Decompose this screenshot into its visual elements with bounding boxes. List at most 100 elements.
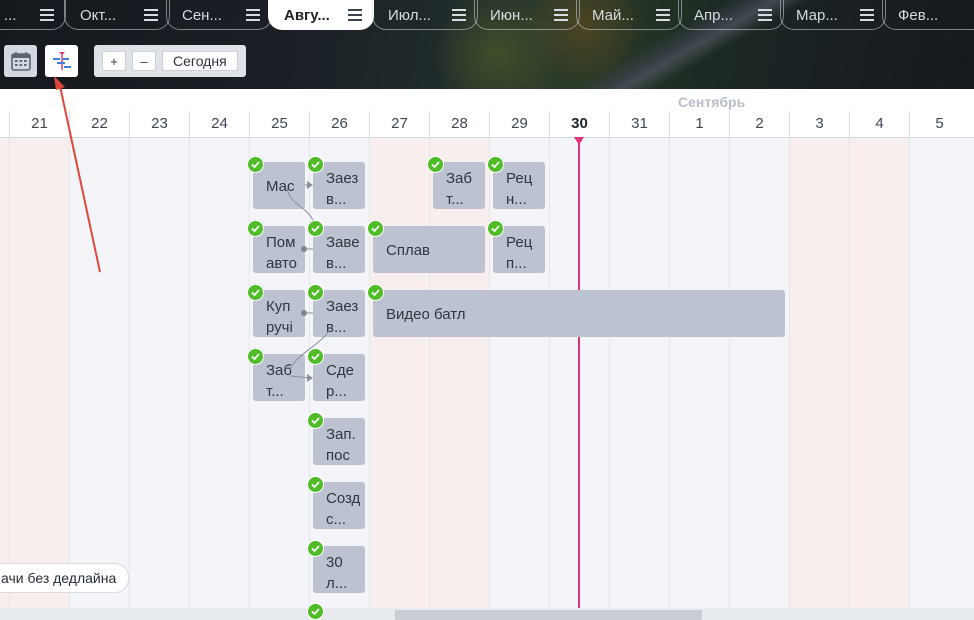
check-icon[interactable] xyxy=(307,156,324,173)
check-icon[interactable] xyxy=(247,348,264,365)
task-title: 30 xyxy=(326,554,343,571)
tab-label: Фев... xyxy=(898,6,939,24)
tab-label: Авгу... xyxy=(284,6,330,24)
task-title-line2: в... xyxy=(326,319,347,336)
tab-month-february[interactable]: Фев... xyxy=(882,0,974,30)
task-title: Пом xyxy=(266,234,296,251)
check-icon[interactable] xyxy=(247,156,264,173)
calendar-icon xyxy=(10,52,31,71)
day-label: 22 xyxy=(69,111,129,138)
task-title-line2: в... xyxy=(326,191,347,208)
day-label: 31 xyxy=(609,111,669,138)
tab-label: Окт... xyxy=(80,6,117,24)
check-icon[interactable] xyxy=(367,284,384,301)
task-card[interactable]: Видео батл xyxy=(373,290,785,337)
task-title: Видео батл xyxy=(386,306,466,323)
no-deadline-label: ачи без дедлайна xyxy=(1,570,117,586)
task-title-line2: т... xyxy=(266,383,284,400)
today-line xyxy=(578,138,580,608)
tab-month-june[interactable]: Июн... xyxy=(474,0,580,30)
check-icon[interactable] xyxy=(307,603,324,620)
grid-column xyxy=(189,138,249,608)
task-title-line2: с... xyxy=(326,511,347,528)
task-title: Мас xyxy=(266,178,295,195)
tab-label: Апр... xyxy=(694,6,733,24)
day-label: 2 xyxy=(729,111,789,138)
task-title: Рец xyxy=(506,170,533,187)
check-icon[interactable] xyxy=(307,476,324,493)
day-label-today: 30 xyxy=(549,111,609,138)
task-title: Заез xyxy=(326,298,359,315)
day-label: 25 xyxy=(249,111,309,138)
check-icon[interactable] xyxy=(427,156,444,173)
horizontal-scrollbar[interactable] xyxy=(0,608,974,620)
zoom-out-button[interactable]: – xyxy=(132,51,156,71)
grid-column xyxy=(849,138,909,608)
task-title-line2: ручі xyxy=(266,319,293,336)
tab-label: ... xyxy=(4,6,17,24)
timeline-grid xyxy=(0,138,974,608)
check-icon[interactable] xyxy=(247,220,264,237)
day-label: 24 xyxy=(189,111,249,138)
tab-label: Сен... xyxy=(182,6,222,24)
today-marker xyxy=(574,137,584,145)
check-icon[interactable] xyxy=(487,156,504,173)
menu-icon[interactable] xyxy=(860,9,874,21)
task-title-line2: п... xyxy=(506,255,527,272)
timeline-icon xyxy=(52,52,71,70)
task-title: Зап. xyxy=(326,426,356,443)
menu-icon[interactable] xyxy=(246,9,260,21)
check-icon[interactable] xyxy=(307,284,324,301)
month-tabs: ... Окт... Сен... Авгу... Июл... Июн... xyxy=(0,0,974,30)
check-icon[interactable] xyxy=(487,220,504,237)
task-title: Сплав xyxy=(386,242,431,259)
timeline-view-button[interactable] xyxy=(45,45,78,77)
day-label: 3 xyxy=(789,111,849,138)
menu-icon[interactable] xyxy=(656,9,670,21)
grid-column xyxy=(669,138,729,608)
grid-column xyxy=(129,138,189,608)
check-icon[interactable] xyxy=(367,220,384,237)
zoom-in-button[interactable]: + xyxy=(102,51,126,71)
day-label: 1 xyxy=(669,111,729,138)
day-label: 4 xyxy=(849,111,909,138)
no-deadline-tasks-button[interactable]: ачи без дедлайна xyxy=(0,563,129,593)
task-title-line2: л... xyxy=(326,575,348,592)
menu-icon[interactable] xyxy=(144,9,158,21)
check-icon[interactable] xyxy=(307,348,324,365)
check-icon[interactable] xyxy=(307,220,324,237)
tab-month-march[interactable]: Мар... xyxy=(780,0,886,30)
tab-month-may[interactable]: Май... xyxy=(576,0,682,30)
check-icon[interactable] xyxy=(247,284,264,301)
tab-month-july[interactable]: Июл... xyxy=(372,0,478,30)
check-icon[interactable] xyxy=(307,540,324,557)
tab-month-august[interactable]: Авгу... xyxy=(268,0,374,30)
menu-icon[interactable] xyxy=(40,9,54,21)
scrollbar-thumb[interactable] xyxy=(395,610,702,620)
day-label: 26 xyxy=(309,111,369,138)
task-title-line2: в... xyxy=(326,255,347,272)
grid-column xyxy=(609,138,669,608)
grid-column xyxy=(69,138,129,608)
task-title: Куп xyxy=(266,298,291,315)
tab-month-1[interactable]: ... xyxy=(0,0,66,30)
grid-column xyxy=(729,138,789,608)
grid-column xyxy=(9,138,69,608)
tab-month-october[interactable]: Окт... xyxy=(64,0,170,30)
day-label: 21 xyxy=(9,111,69,138)
task-title: Созд xyxy=(326,490,361,507)
tab-month-april[interactable]: Апр... xyxy=(678,0,784,30)
task-card[interactable]: Сплав xyxy=(373,226,485,273)
menu-icon[interactable] xyxy=(758,9,772,21)
check-icon[interactable] xyxy=(307,412,324,429)
menu-icon[interactable] xyxy=(348,9,362,21)
day-label: 23 xyxy=(129,111,189,138)
menu-icon[interactable] xyxy=(554,9,568,21)
task-title: Заб xyxy=(446,170,472,187)
date-header: Сентябрь 21 22 23 24 25 26 27 28 29 30 3… xyxy=(0,89,974,138)
task-title: Заб xyxy=(266,362,292,379)
calendar-view-button[interactable] xyxy=(4,45,37,77)
tab-month-september[interactable]: Сен... xyxy=(166,0,272,30)
menu-icon[interactable] xyxy=(452,9,466,21)
today-button[interactable]: Сегодня xyxy=(162,51,238,71)
